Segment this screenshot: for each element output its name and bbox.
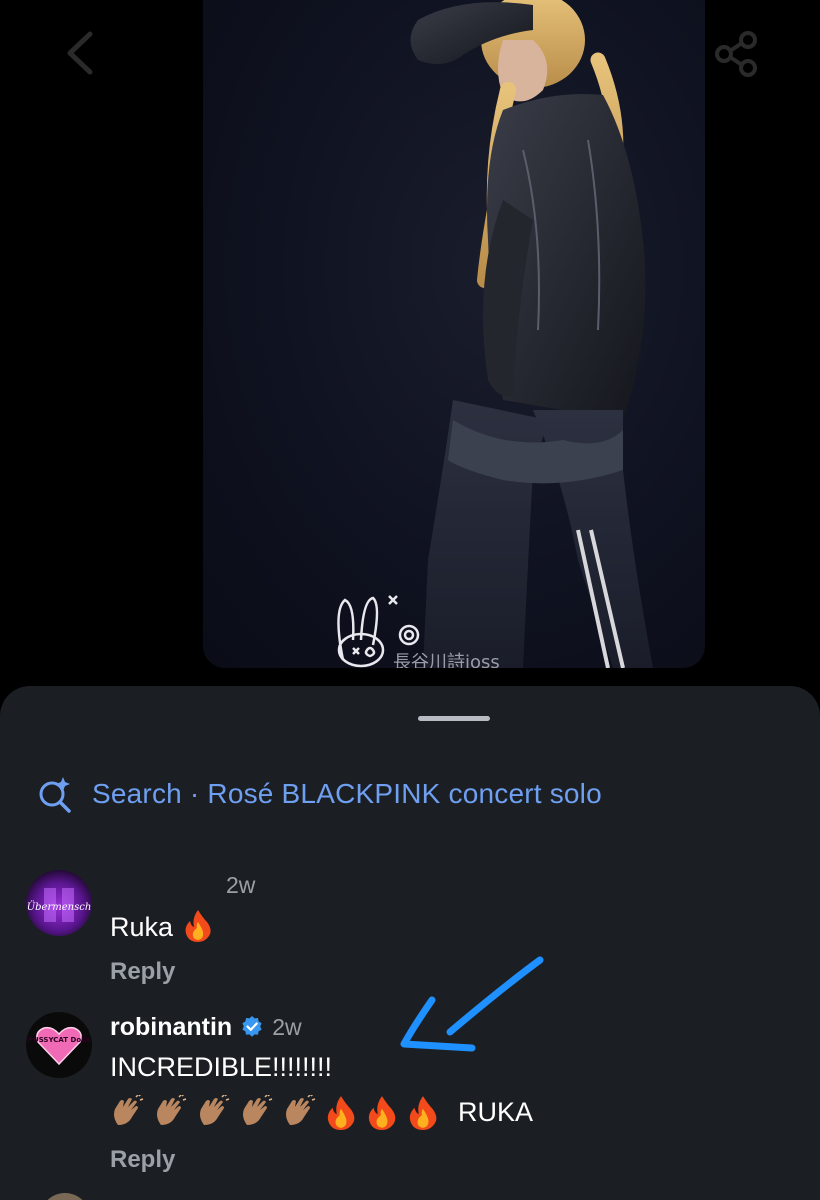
clap-emoji-icon bbox=[243, 1095, 273, 1125]
clap-emoji-icon bbox=[114, 1095, 144, 1125]
avatar[interactable]: PUSSYCAT Dolls bbox=[26, 1012, 92, 1078]
comment-meta: 2w bbox=[110, 870, 806, 900]
avatar[interactable]: Übermensch bbox=[26, 870, 92, 936]
comment-text-value: Ruka bbox=[110, 912, 174, 942]
media-preview[interactable]: 長谷川詩joss bbox=[203, 0, 705, 668]
fire-emoji-icon bbox=[409, 1096, 437, 1130]
comment-time: 2w bbox=[272, 1013, 302, 1040]
comment-username[interactable]: robinantin bbox=[110, 1013, 232, 1042]
search-suggestion[interactable]: Search · Rosé BLACKPINK concert solo bbox=[36, 774, 602, 814]
emoji-line: RUKA bbox=[110, 1092, 806, 1132]
clap-emoji-icon bbox=[157, 1095, 187, 1125]
sheet-grabber[interactable] bbox=[418, 716, 490, 721]
fire-emoji-icon bbox=[327, 1096, 355, 1130]
annotation-arrow bbox=[400, 956, 544, 1052]
fire-emoji-icon bbox=[185, 910, 211, 942]
comment-text: Ruka bbox=[110, 908, 806, 944]
verified-badge-icon bbox=[242, 1016, 262, 1037]
svg-text:PUSSYCAT Dolls: PUSSYCAT Dolls bbox=[28, 1036, 90, 1044]
performer-photo: 長谷川詩joss bbox=[337, 0, 653, 668]
clap-emoji-icon bbox=[200, 1095, 230, 1125]
clap-emoji-icon bbox=[286, 1095, 316, 1125]
reply-button[interactable]: Reply bbox=[110, 1146, 175, 1174]
search-suggestion-label[interactable]: Search · Rosé BLACKPINK concert solo bbox=[92, 778, 602, 810]
back-icon[interactable] bbox=[60, 28, 100, 78]
comment-time: 2w bbox=[226, 871, 256, 898]
share-icon[interactable] bbox=[712, 30, 760, 78]
search-sparkle-icon bbox=[39, 777, 71, 813]
reply-button[interactable]: Reply bbox=[110, 958, 175, 986]
screen: 長谷川詩joss Search · Rosé BLACKPINK concert… bbox=[0, 0, 820, 1200]
svg-text:Übermensch: Übermensch bbox=[27, 901, 92, 913]
fire-emoji-icon bbox=[368, 1096, 396, 1130]
comment-text-suffix: RUKA bbox=[458, 1096, 534, 1127]
watermark-text: 長谷川詩joss bbox=[393, 652, 500, 668]
